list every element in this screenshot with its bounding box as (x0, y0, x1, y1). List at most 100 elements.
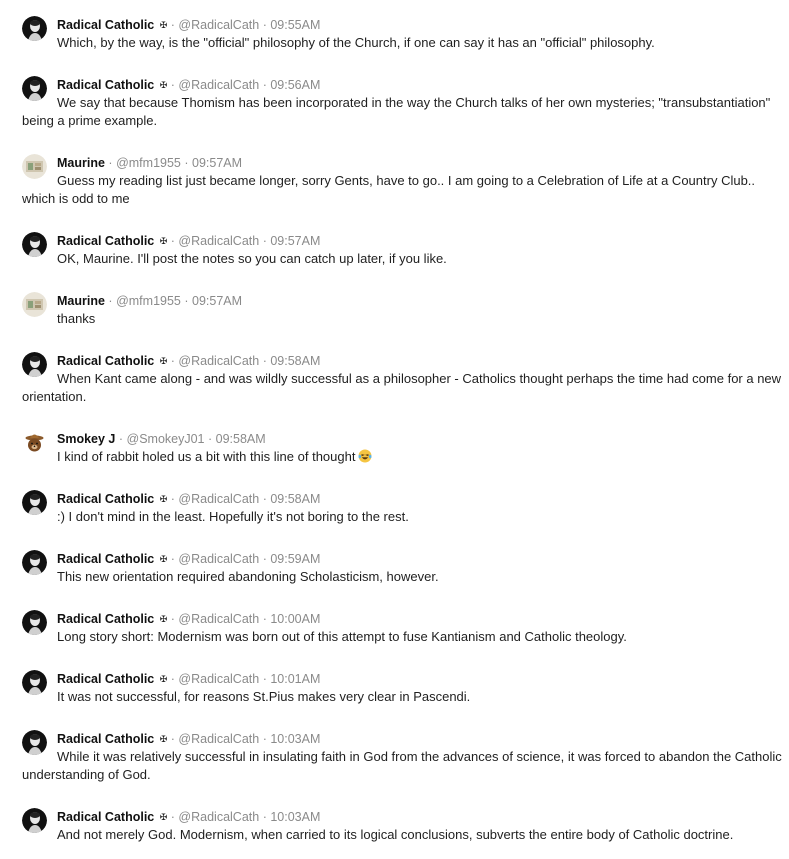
message-text: It was not successful, for reasons St.Pi… (57, 689, 471, 704)
separator: · (170, 810, 175, 824)
message-header: Radical Catholic ✠ · @RadicalCath · 10:0… (57, 808, 320, 826)
cross-badge-icon: ✠ (159, 494, 168, 504)
author-handle[interactable]: @RadicalCath (178, 78, 259, 92)
cross-badge-icon: ✠ (159, 554, 168, 564)
author-name[interactable]: Radical Catholic (57, 78, 154, 92)
author-handle[interactable]: @RadicalCath (178, 612, 259, 626)
separator: · (170, 234, 175, 248)
author-name[interactable]: Radical Catholic (57, 612, 154, 626)
separator: · (262, 234, 267, 248)
author-handle[interactable]: @mfm1955 (116, 156, 181, 170)
separator: · (184, 156, 189, 170)
separator: · (170, 18, 175, 32)
message-text: I kind of rabbit holed us a bit with thi… (57, 449, 356, 464)
message-header: Radical Catholic ✠ · @RadicalCath · 09:5… (57, 352, 320, 370)
message-timestamp[interactable]: 09:57AM (192, 156, 242, 170)
author-name[interactable]: Radical Catholic (57, 492, 154, 506)
author-name[interactable]: Maurine (57, 294, 105, 308)
message-timestamp[interactable]: 10:01AM (270, 672, 320, 686)
author-name[interactable]: Radical Catholic (57, 810, 154, 824)
author-name[interactable]: Smokey J (57, 432, 115, 446)
cross-badge-icon: ✠ (159, 614, 168, 624)
separator: · (262, 672, 267, 686)
message-timestamp[interactable]: 09:58AM (270, 492, 320, 506)
message-timestamp[interactable]: 09:58AM (270, 354, 320, 368)
separator: · (262, 78, 267, 92)
cross-badge-icon: ✠ (159, 356, 168, 366)
message-timestamp[interactable]: 10:03AM (270, 810, 320, 824)
message-header: Radical Catholic ✠ · @RadicalCath · 10:0… (57, 730, 320, 748)
message-timestamp[interactable]: 09:58AM (216, 432, 266, 446)
author-handle[interactable]: @RadicalCath (178, 234, 259, 248)
message-header: Radical Catholic ✠ · @RadicalCath · 10:0… (57, 610, 320, 628)
message-header: Smokey J · @SmokeyJ01 · 09:58AM (57, 430, 266, 448)
message-timestamp[interactable]: 10:00AM (270, 612, 320, 626)
cross-badge-icon: ✠ (159, 674, 168, 684)
cross-badge-icon: ✠ (159, 734, 168, 744)
message-text: When Kant came along - and was wildly su… (22, 371, 782, 404)
message-header: Radical Catholic ✠ · @RadicalCath · 10:0… (57, 670, 320, 688)
separator: · (184, 294, 189, 308)
author-name[interactable]: Radical Catholic (57, 18, 154, 32)
separator: · (208, 432, 213, 446)
separator: · (170, 672, 175, 686)
author-handle[interactable]: @SmokeyJ01 (127, 432, 205, 446)
author-name[interactable]: Radical Catholic (57, 234, 154, 248)
message-header: Radical Catholic ✠ · @RadicalCath · 09:5… (57, 232, 320, 250)
message-body: I kind of rabbit holed us a bit with thi… (22, 448, 782, 466)
laughing-tears-emoji-icon (358, 449, 372, 463)
message-header: Radical Catholic ✠ · @RadicalCath · 09:5… (57, 16, 320, 34)
message-header: Maurine · @mfm1955 · 09:57AM (57, 292, 242, 310)
author-name[interactable]: Maurine (57, 156, 105, 170)
author-handle[interactable]: @RadicalCath (178, 354, 259, 368)
message-timestamp[interactable]: 10:03AM (270, 732, 320, 746)
separator: · (108, 294, 113, 308)
separator: · (262, 612, 267, 626)
message-timestamp[interactable]: 09:55AM (270, 18, 320, 32)
separator: · (262, 354, 267, 368)
separator: · (170, 612, 175, 626)
message-timestamp[interactable]: 09:57AM (192, 294, 242, 308)
message-text: thanks (57, 311, 96, 326)
message-header: Radical Catholic ✠ · @RadicalCath · 09:5… (57, 550, 320, 568)
author-handle[interactable]: @mfm1955 (116, 294, 181, 308)
cross-badge-icon: ✠ (159, 236, 168, 246)
message-timestamp[interactable]: 09:57AM (270, 234, 320, 248)
cross-badge-icon: ✠ (159, 80, 168, 90)
separator: · (262, 552, 267, 566)
message-text: OK, Maurine. I'll post the notes so you … (57, 251, 447, 266)
separator: · (262, 810, 267, 824)
author-handle[interactable]: @RadicalCath (178, 672, 259, 686)
message-header: Radical Catholic ✠ · @RadicalCath · 09:5… (57, 76, 320, 94)
message-text: And not merely God. Modernism, when carr… (57, 827, 734, 842)
message-timestamp[interactable]: 09:59AM (270, 552, 320, 566)
message-text: While it was relatively successful in in… (22, 749, 782, 782)
separator: · (262, 18, 267, 32)
message-text: Guess my reading list just became longer… (22, 173, 756, 206)
author-handle[interactable]: @RadicalCath (178, 18, 259, 32)
separator: · (170, 492, 175, 506)
author-name[interactable]: Radical Catholic (57, 672, 154, 686)
author-name[interactable]: Radical Catholic (57, 732, 154, 746)
separator: · (170, 354, 175, 368)
separator: · (170, 552, 175, 566)
message-timestamp[interactable]: 09:56AM (270, 78, 320, 92)
message-header: Maurine · @mfm1955 · 09:57AM (57, 154, 242, 172)
author-handle[interactable]: @RadicalCath (178, 810, 259, 824)
author-name[interactable]: Radical Catholic (57, 552, 154, 566)
chat-feed: Radical Catholic ✠ · @RadicalCath · 09:5… (0, 0, 789, 859)
author-handle[interactable]: @RadicalCath (178, 732, 259, 746)
author-handle[interactable]: @RadicalCath (178, 492, 259, 506)
author-handle[interactable]: @RadicalCath (178, 552, 259, 566)
message-text: Which, by the way, is the "official" phi… (57, 35, 655, 50)
separator: · (262, 732, 267, 746)
message-text: This new orientation required abandoning… (57, 569, 439, 584)
separator: · (170, 78, 175, 92)
message-text: :) I don't mind in the least. Hopefully … (57, 509, 409, 524)
cross-badge-icon: ✠ (159, 812, 168, 822)
message-header: Radical Catholic ✠ · @RadicalCath · 09:5… (57, 490, 320, 508)
separator: · (118, 432, 124, 446)
message-text: Long story short: Modernism was born out… (57, 629, 627, 644)
cross-badge-icon: ✠ (159, 20, 168, 30)
author-name[interactable]: Radical Catholic (57, 354, 154, 368)
